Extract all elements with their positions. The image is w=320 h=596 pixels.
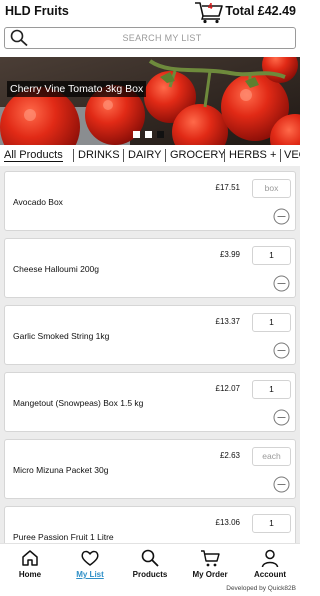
- nav-products[interactable]: Products: [120, 544, 180, 586]
- nav-my-list[interactable]: My List: [60, 544, 120, 586]
- promo-banner[interactable]: Cherry Vine Tomato 3kg Box: [0, 57, 300, 145]
- quantity-input[interactable]: each: [252, 447, 291, 466]
- app-header: HLD Fruits 4 Total £42.49: [0, 0, 300, 24]
- quantity-input[interactable]: 1: [252, 514, 291, 533]
- carousel-dot[interactable]: [145, 131, 152, 138]
- tab-divider: [165, 149, 166, 162]
- product-name: Mangetout (Snowpeas) Box 1.5 kg: [13, 398, 144, 408]
- app-title: HLD Fruits: [5, 4, 69, 18]
- banner-caption: Cherry Vine Tomato 3kg Box: [7, 81, 147, 97]
- product-price: £13.37: [215, 317, 240, 326]
- quantity-input[interactable]: 1: [252, 246, 291, 265]
- product-price: £3.99: [219, 250, 240, 259]
- remove-icon[interactable]: [273, 208, 290, 225]
- search-input[interactable]: [33, 28, 291, 48]
- tab-divider: [224, 149, 225, 162]
- product-name: Avocado Box: [13, 197, 63, 207]
- quantity-input[interactable]: 1: [252, 380, 291, 399]
- search-icon: [10, 29, 28, 47]
- tab-herbs[interactable]: HERBS +: [229, 149, 276, 161]
- remove-icon[interactable]: [273, 342, 290, 359]
- product-card[interactable]: Puree Passion Fruit 1 Litre £13.06 1: [4, 506, 296, 543]
- bottom-nav: Home My List Products My Order Account: [0, 543, 300, 585]
- carousel-dot-active[interactable]: [157, 131, 164, 138]
- nav-account-label: Account: [254, 570, 286, 579]
- cart-count-badge: 4: [208, 2, 213, 11]
- search-bar[interactable]: [4, 27, 296, 49]
- nav-my-order-label: My Order: [192, 570, 228, 579]
- nav-my-list-label: My List: [76, 570, 104, 579]
- product-price: £13.06: [215, 518, 240, 527]
- product-name: Garlic Smoked String 1kg: [13, 331, 110, 341]
- tab-divider: [73, 149, 74, 162]
- product-card[interactable]: Mangetout (Snowpeas) Box 1.5 kg £12.07 1: [4, 372, 296, 432]
- product-price: £12.07: [215, 384, 240, 393]
- nav-account[interactable]: Account: [240, 544, 300, 586]
- carousel-dot[interactable]: [133, 131, 140, 138]
- nav-home-label: Home: [18, 570, 42, 579]
- tab-drinks[interactable]: DRINKS: [78, 149, 120, 161]
- search-icon: [141, 549, 159, 567]
- tab-divider: [280, 149, 281, 162]
- tab-grocery[interactable]: GROCERY: [170, 149, 225, 161]
- tab-dairy[interactable]: DAIRY: [128, 149, 161, 161]
- nav-products-label: Products: [132, 570, 168, 579]
- quantity-input[interactable]: box: [252, 179, 291, 198]
- carousel-dots: [133, 131, 164, 138]
- product-card[interactable]: Cheese Halloumi 200g £3.99 1: [4, 238, 296, 298]
- cart-icon: [201, 550, 220, 567]
- tab-divider: [123, 149, 124, 162]
- nav-home[interactable]: Home: [0, 544, 60, 586]
- remove-icon[interactable]: [273, 275, 290, 292]
- product-name: Cheese Halloumi 200g: [13, 264, 99, 274]
- product-price: £2.63: [219, 451, 240, 460]
- product-name: Micro Mizuna Packet 30g: [13, 465, 109, 475]
- heart-icon: [81, 550, 99, 566]
- remove-icon[interactable]: [273, 409, 290, 426]
- tab-all-products[interactable]: All Products: [4, 149, 63, 162]
- order-total: Total £42.49: [225, 4, 296, 18]
- category-tabs: All Products DRINKS DAIRY GROCERY HERBS …: [0, 148, 300, 165]
- home-icon: [22, 550, 38, 566]
- header-cart[interactable]: 4: [193, 0, 225, 24]
- nav-my-order[interactable]: My Order: [180, 544, 240, 586]
- product-card[interactable]: Avocado Box £17.51 box: [4, 171, 296, 231]
- tab-veg[interactable]: VEG: [284, 149, 300, 161]
- product-card[interactable]: Micro Mizuna Packet 30g £2.63 each: [4, 439, 296, 499]
- product-name: Puree Passion Fruit 1 Litre: [13, 532, 114, 542]
- product-card[interactable]: Garlic Smoked String 1kg £13.37 1: [4, 305, 296, 365]
- user-icon: [261, 549, 279, 568]
- quantity-input[interactable]: 1: [252, 313, 291, 332]
- product-price: £17.51: [215, 183, 240, 192]
- remove-icon[interactable]: [273, 476, 290, 493]
- product-list[interactable]: Avocado Box £17.51 box Cheese Halloumi 2…: [0, 166, 300, 543]
- developer-credit: Developed by Quick82B: [226, 585, 296, 592]
